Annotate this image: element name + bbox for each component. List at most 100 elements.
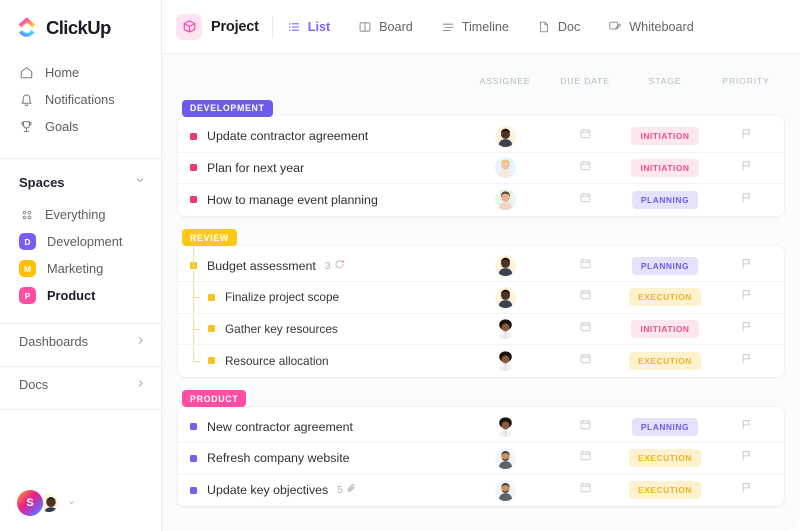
group-tag[interactable]: DEVELOPMENT <box>182 99 273 117</box>
cell-priority[interactable] <box>708 159 784 177</box>
cell-stage[interactable]: INITIATION <box>622 319 708 338</box>
cell-due-date[interactable] <box>548 449 622 467</box>
spaces-header[interactable]: Spaces <box>0 159 161 201</box>
tab-doc[interactable]: Doc <box>523 12 594 42</box>
workspace-avatar[interactable]: S <box>17 490 43 516</box>
group-tag[interactable]: REVIEW <box>182 229 237 246</box>
tab-list[interactable]: List <box>273 12 344 42</box>
cell-assignee[interactable] <box>462 479 548 501</box>
status-badge: EXECUTION <box>629 481 701 500</box>
cell-assignee[interactable] <box>462 447 548 469</box>
avatar <box>494 318 516 340</box>
column-header-stage: STAGE <box>648 76 682 86</box>
cell-assignee[interactable] <box>462 416 548 438</box>
sidebar-item-label: Marketing <box>47 261 104 276</box>
primary-nav: Home Notifications Goals <box>0 55 161 150</box>
sidebar-item-docs[interactable]: Docs <box>0 367 161 401</box>
table-row[interactable]: New contractor agreement PLANNING <box>178 412 784 443</box>
task-title: New contractor agreement <box>207 419 354 434</box>
cell-assignee[interactable] <box>462 157 548 179</box>
cell-priority[interactable] <box>708 288 784 306</box>
page-title: Project <box>211 18 259 35</box>
cell-due-date[interactable] <box>548 320 622 338</box>
table-row[interactable]: Update contractor agreement INITIATION <box>178 121 784 153</box>
cell-stage[interactable]: EXECUTION <box>622 351 708 370</box>
cell-due-date[interactable] <box>548 418 622 436</box>
cell-assignee[interactable] <box>462 255 548 277</box>
cell-priority[interactable] <box>708 320 784 338</box>
cell-due-date[interactable] <box>548 127 622 145</box>
task-title: Refresh company website <box>207 451 350 466</box>
cell-assignee[interactable] <box>462 350 548 372</box>
tab-board[interactable]: Board <box>344 12 427 42</box>
cell-due-date[interactable] <box>548 159 622 177</box>
sidebar-item-label: Dashboards <box>19 333 89 349</box>
doc-icon <box>537 20 551 34</box>
tab-whiteboard[interactable]: Whiteboard <box>594 12 707 42</box>
group-tag[interactable]: PRODUCT <box>182 390 247 407</box>
cell-stage[interactable]: PLANNING <box>622 256 708 275</box>
status-badge: EXECUTION <box>629 288 701 307</box>
sidebar-item-notifications[interactable]: Notifications <box>0 86 161 113</box>
tab-label: List <box>307 19 331 34</box>
table-row[interactable]: Refresh company website EXECUTION <box>178 443 784 475</box>
grid-dots-icon <box>19 207 34 222</box>
cell-assignee[interactable] <box>462 189 548 211</box>
chevron-right-icon[interactable] <box>135 377 146 392</box>
task-group-review: REVIEW Budget assessment 3 PLANNING Fina… <box>178 228 784 377</box>
cell-priority[interactable] <box>708 257 784 275</box>
status-badge: INITIATION <box>631 319 699 338</box>
cell-due-date[interactable] <box>548 288 622 306</box>
sidebar-item-product[interactable]: P Product <box>0 282 161 309</box>
sidebar-item-home[interactable]: Home <box>0 59 161 86</box>
home-icon <box>19 65 34 80</box>
sidebar-item-goals[interactable]: Goals <box>0 113 161 140</box>
cell-stage[interactable]: PLANNING <box>622 190 708 209</box>
cell-priority[interactable] <box>708 418 784 436</box>
cell-priority[interactable] <box>708 449 784 467</box>
table-row[interactable]: Finalize project scope EXECUTION <box>178 282 784 314</box>
cell-priority[interactable] <box>708 191 784 209</box>
cell-stage[interactable]: EXECUTION <box>622 288 708 307</box>
app-logo[interactable]: ClickUp <box>0 0 161 55</box>
sidebar-item-development[interactable]: D Development <box>0 228 161 255</box>
chevron-down-icon[interactable] <box>67 494 76 512</box>
cell-stage[interactable]: INITIATION <box>622 158 708 177</box>
cell-priority[interactable] <box>708 352 784 370</box>
calendar-icon <box>579 191 592 209</box>
cell-due-date[interactable] <box>548 257 622 275</box>
table-row[interactable]: Update key objectives 5 EXECUTION <box>178 475 784 507</box>
cell-due-date[interactable] <box>548 481 622 499</box>
avatar <box>494 416 516 438</box>
cell-due-date[interactable] <box>548 191 622 209</box>
cell-stage[interactable]: INITIATION <box>622 127 708 146</box>
calendar-icon <box>579 418 592 436</box>
cell-assignee[interactable] <box>462 125 548 147</box>
cell-stage[interactable]: PLANNING <box>622 417 708 436</box>
sidebar-item-marketing[interactable]: M Marketing <box>0 255 161 282</box>
tab-timeline[interactable]: Timeline <box>427 12 523 42</box>
sidebar-item-label: Everything <box>45 207 106 222</box>
sidebar-footer: S <box>0 475 160 531</box>
table-row[interactable]: Gather key resources INITIATION <box>178 314 784 345</box>
chevron-right-icon[interactable] <box>135 334 146 349</box>
main-area: Project List Board Timeline Doc Whiteboa… <box>162 0 800 531</box>
chevron-down-icon[interactable] <box>134 173 146 191</box>
task-title: How to manage event planning <box>207 192 378 207</box>
avatar <box>494 157 516 179</box>
cell-stage[interactable]: EXECUTION <box>622 481 708 500</box>
project-selector[interactable]: Project <box>176 13 272 40</box>
cell-priority[interactable] <box>708 127 784 145</box>
table-row[interactable]: How to manage event planning PLANNING <box>178 184 784 216</box>
cell-due-date[interactable] <box>548 352 622 370</box>
cell-stage[interactable]: EXECUTION <box>622 449 708 468</box>
sidebar-item-everything[interactable]: Everything <box>0 201 161 228</box>
cell-priority[interactable] <box>708 481 784 499</box>
cell-assignee[interactable] <box>462 286 548 308</box>
table-row[interactable]: Budget assessment 3 PLANNING <box>178 251 784 282</box>
sidebar-item-dashboards[interactable]: Dashboards <box>0 324 161 358</box>
cell-assignee[interactable] <box>462 318 548 340</box>
table-row[interactable]: Resource allocation EXECUTION <box>178 345 784 377</box>
table-row[interactable]: Plan for next year INITIATION <box>178 153 784 184</box>
task-status-bullet <box>208 325 215 333</box>
